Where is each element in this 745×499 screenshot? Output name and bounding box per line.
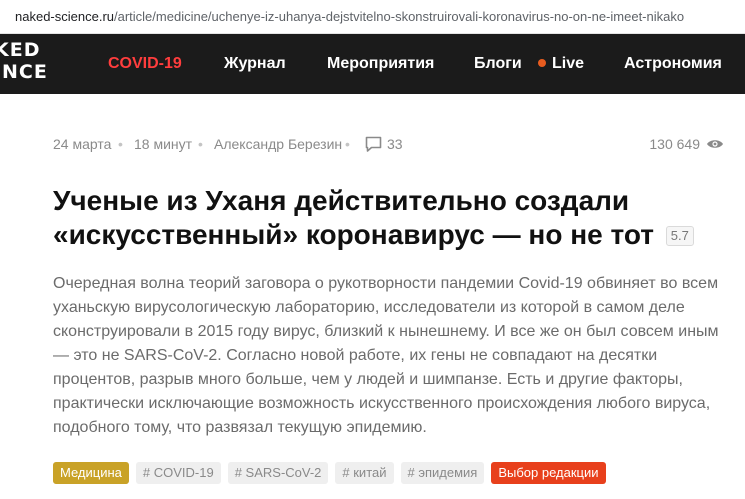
tag-list: Медицина # COVID-19 # SARS-CoV-2 # китай… xyxy=(53,462,606,484)
url-path: /article/medicine/uchenye-iz-uhanya-dejs… xyxy=(114,9,685,24)
article-lead: Очередная волна теорий заговора о рукотв… xyxy=(53,275,719,436)
comments-count: 33 xyxy=(387,136,403,152)
comment-icon xyxy=(365,136,382,152)
logo-line-1: KED xyxy=(0,39,41,61)
address-bar[interactable]: naked-science.ru/article/medicine/ucheny… xyxy=(0,0,745,34)
site-logo[interactable]: KED ENCE xyxy=(0,40,52,88)
author-link[interactable]: Александр Березин xyxy=(214,134,342,154)
article-meta: 24 марта • 18 минут • Александр Березин … xyxy=(53,134,724,154)
nav-events[interactable]: Мероприятия xyxy=(327,34,434,94)
nav-journal[interactable]: Журнал xyxy=(224,34,286,94)
tag-epidemic[interactable]: # эпидемия xyxy=(400,462,485,484)
nav-live[interactable]: Live xyxy=(538,34,584,94)
views-count: 130 649 xyxy=(649,136,700,152)
tag-china[interactable]: # китай xyxy=(335,462,394,484)
publish-date: 24 марта xyxy=(53,136,112,152)
meta-separator: • xyxy=(345,136,350,152)
tag-sars-cov-2[interactable]: # SARS-CoV-2 xyxy=(227,462,329,484)
nav-blogs[interactable]: Блоги xyxy=(474,34,522,94)
tag-editors-choice[interactable]: Выбор редакции xyxy=(491,462,606,484)
nav-covid[interactable]: COVID-19 xyxy=(108,34,182,94)
eye-icon xyxy=(707,140,723,148)
views-counter: 130 649 xyxy=(649,134,724,154)
nav-astronomy[interactable]: Астрономия xyxy=(624,34,722,94)
read-time: 18 минут xyxy=(134,136,193,152)
live-dot-icon xyxy=(538,59,546,67)
rating-badge: 5.7 xyxy=(665,226,694,246)
logo-line-2: ENCE xyxy=(0,61,48,83)
comments-link[interactable]: 33 xyxy=(365,134,403,154)
meta-separator: • xyxy=(198,136,203,152)
meta-separator: • xyxy=(118,136,123,152)
article-title-text: Ученые из Уханя действительно создали «и… xyxy=(53,185,654,250)
nav-live-label: Live xyxy=(552,55,585,72)
tag-covid[interactable]: # COVID-19 xyxy=(135,462,221,484)
tag-rubric[interactable]: Медицина xyxy=(53,462,129,484)
article-title: Ученые из Уханя действительно создали «и… xyxy=(53,184,733,252)
top-navigation: KED ENCE COVID-19 Журнал Мероприятия Бло… xyxy=(0,34,745,94)
url-host: naked-science.ru xyxy=(15,9,114,24)
